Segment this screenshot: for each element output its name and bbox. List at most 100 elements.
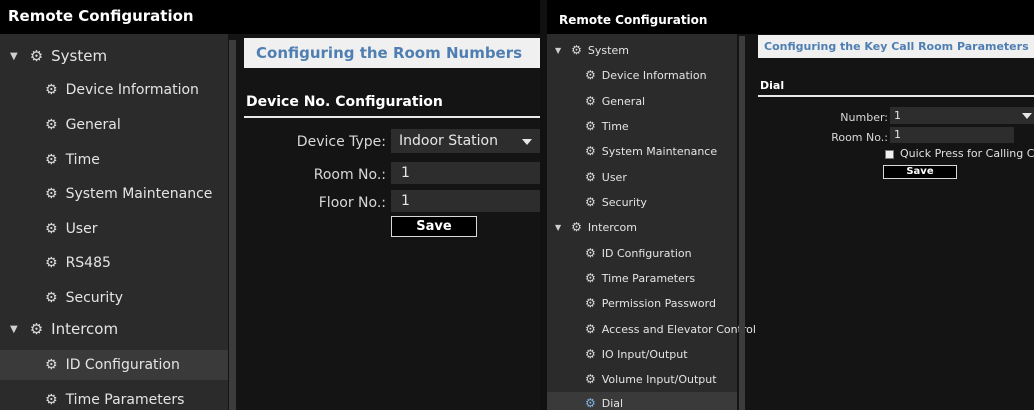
tree-node-intercom[interactable]: ▼ ⚙ Intercom	[0, 314, 118, 344]
tree-node-label: System	[51, 47, 108, 65]
sidebar-item-label: Time	[65, 152, 100, 168]
sidebar-scrollbar[interactable]	[739, 36, 745, 410]
section-title: Configuring the Key Call Room Parameters	[764, 40, 1029, 53]
chevron-down-icon	[1022, 113, 1032, 119]
floor-no-value: 1	[401, 193, 410, 209]
quick-press-checkbox[interactable]	[885, 150, 894, 159]
sidebar-item-label: Device Information	[601, 68, 707, 82]
sidebar-item-label: System Maintenance	[65, 186, 213, 202]
sidebar-item-label: User	[65, 221, 98, 237]
sidebar-item-label: User	[601, 170, 627, 184]
gear-icon: ⚙	[45, 290, 58, 306]
left-window-title: Remote Configuration	[8, 7, 194, 25]
device-type-select[interactable]: Indoor Station	[391, 129, 540, 153]
sidebar-item-volume-input-output[interactable]: ⚙ Volume Input/Output	[547, 368, 737, 390]
subsection-heading: Dial	[760, 79, 785, 92]
save-button[interactable]: Save	[883, 165, 957, 179]
tree-node-system[interactable]: ▼ ⚙ System	[0, 41, 107, 71]
sidebar-item-time[interactable]: ⚙ Time	[0, 145, 228, 175]
tree-node-label: Intercom	[51, 320, 119, 338]
gear-icon: ⚙	[571, 43, 582, 57]
sidebar-item-time-parameters[interactable]: ⚙ Time Parameters	[0, 385, 228, 410]
sidebar-item-label: ID Configuration	[65, 357, 180, 373]
section-title-bar: Configuring the Room Numbers	[244, 38, 540, 68]
sidebar-item-device-information[interactable]: ⚙ Device Information	[0, 75, 228, 105]
sidebar-item-label: RS485	[65, 255, 111, 271]
gear-icon: ⚙	[585, 246, 596, 260]
room-no-label: Room No.:	[313, 167, 386, 183]
sidebar-item-general[interactable]: ⚙ General	[0, 110, 228, 140]
sidebar-item-user[interactable]: ⚙ User	[547, 166, 737, 188]
sidebar-item-time[interactable]: ⚙ Time	[547, 115, 737, 137]
gear-icon: ⚙	[585, 144, 596, 158]
device-type-label: Device Type:	[296, 134, 386, 150]
floor-no-label: Floor No.:	[318, 195, 386, 211]
device-type-value: Indoor Station	[399, 133, 498, 149]
number-label: Number:	[840, 111, 888, 124]
sidebar-item-rs485[interactable]: ⚙ RS485	[0, 248, 228, 278]
gear-icon: ⚙	[585, 322, 596, 336]
number-value: 1	[894, 109, 901, 122]
gear-icon: ⚙	[45, 357, 58, 373]
gear-icon: ⚙	[45, 82, 58, 98]
sidebar-item-label: Volume Input/Output	[601, 372, 717, 386]
sidebar-item-general[interactable]: ⚙ General	[547, 90, 737, 112]
subsection-heading: Device No. Configuration	[246, 94, 443, 110]
gear-icon: ⚙	[45, 255, 58, 271]
sidebar-item-label: ID Configuration	[601, 246, 692, 260]
sidebar-item-io-input-output[interactable]: ⚙ IO Input/Output	[547, 343, 737, 365]
sidebar-item-label: Permission Password	[601, 296, 716, 310]
right-sidebar: ▼ ⚙ System ⚙ Device Information ⚙ Genera…	[547, 34, 756, 410]
sidebar-item-system-maintenance[interactable]: ⚙ System Maintenance	[547, 140, 737, 162]
number-select[interactable]: 1	[890, 107, 1034, 124]
divider	[244, 116, 540, 118]
expand-triangle-icon[interactable]: ▼	[10, 51, 18, 62]
tree-node-intercom[interactable]: ▼ ⚙ Intercom	[547, 216, 637, 238]
sidebar-item-label: Dial	[601, 396, 624, 410]
room-no-input[interactable]: 1	[391, 162, 540, 184]
room-no-value: 1	[894, 128, 901, 141]
sidebar-item-device-information[interactable]: ⚙ Device Information	[547, 64, 737, 86]
sidebar-item-user[interactable]: ⚙ User	[0, 214, 228, 244]
sidebar-item-permission-password[interactable]: ⚙ Permission Password	[547, 292, 737, 314]
sidebar-item-security[interactable]: ⚙ Security	[547, 191, 737, 213]
sidebar-item-time-parameters[interactable]: ⚙ Time Parameters	[547, 267, 737, 289]
sidebar-item-system-maintenance[interactable]: ⚙ System Maintenance	[0, 179, 228, 209]
gear-icon: ⚙	[585, 170, 596, 184]
sidebar-item-label: Device Information	[65, 82, 199, 98]
sidebar-item-security[interactable]: ⚙ Security	[0, 283, 228, 313]
tree-node-label: System	[587, 43, 629, 57]
tree-node-system[interactable]: ▼ ⚙ System	[547, 39, 629, 61]
sidebar-item-label: Time	[601, 119, 629, 133]
sidebar-item-label: Time Parameters	[601, 271, 696, 285]
sidebar-scrollbar[interactable]	[229, 40, 236, 410]
sidebar-item-id-configuration[interactable]: ⚙ ID Configuration	[0, 350, 228, 380]
divider	[758, 95, 1034, 97]
gear-icon: ⚙	[45, 152, 58, 168]
right-window-titlebar: Remote Configuration	[547, 0, 1034, 34]
gear-icon: ⚙	[585, 296, 596, 310]
gear-icon: ⚙	[585, 372, 596, 386]
gear-icon: ⚙	[585, 195, 596, 209]
left-window: Remote Configuration ▼ ⚙ System ⚙ Device…	[0, 0, 540, 410]
left-sidebar: ▼ ⚙ System ⚙ Device Information ⚙ Genera…	[0, 34, 228, 410]
expand-triangle-icon[interactable]: ▼	[555, 46, 561, 55]
expand-triangle-icon[interactable]: ▼	[555, 223, 561, 232]
gear-icon: ⚙	[585, 94, 596, 108]
sidebar-item-label: General	[601, 94, 646, 108]
sidebar-item-label: Security	[65, 290, 124, 306]
sidebar-item-access-elevator-control[interactable]: ⚙ Access and Elevator Control	[547, 318, 756, 340]
sidebar-item-label: Security	[601, 195, 647, 209]
floor-no-input[interactable]: 1	[391, 190, 540, 212]
expand-triangle-icon[interactable]: ▼	[10, 324, 18, 335]
gear-icon: ⚙	[585, 68, 596, 82]
room-no-value: 1	[401, 165, 410, 181]
gear-icon: ⚙	[29, 47, 44, 65]
section-title-bar: Configuring the Key Call Room Parameters	[758, 35, 1034, 58]
sidebar-item-label: System Maintenance	[601, 144, 718, 158]
save-button[interactable]: Save	[391, 216, 477, 237]
sidebar-item-dial[interactable]: ⚙ Dial	[547, 392, 737, 410]
sidebar-item-id-configuration[interactable]: ⚙ ID Configuration	[547, 242, 737, 264]
room-no-input[interactable]: 1	[890, 127, 1014, 143]
left-window-titlebar: Remote Configuration	[0, 0, 540, 34]
